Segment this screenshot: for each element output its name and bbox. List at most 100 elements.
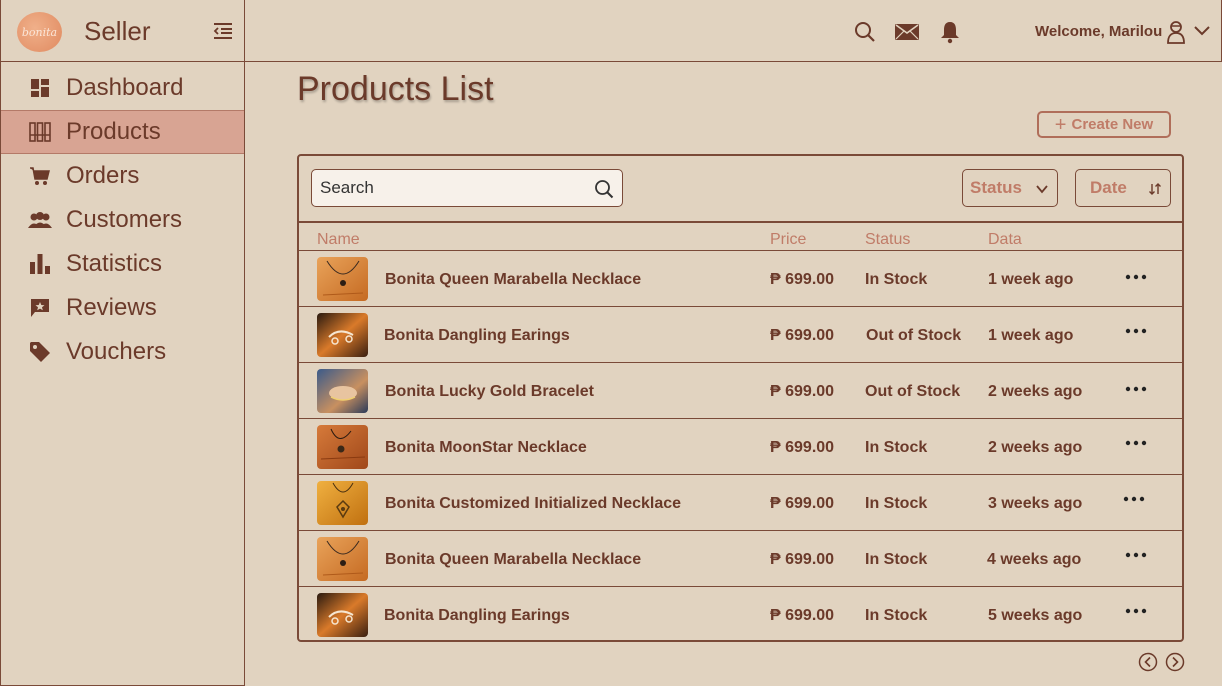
product-price: ₱ 699.00 xyxy=(770,495,835,512)
sidebar-item-label: Orders xyxy=(66,162,140,189)
column-header-status[interactable]: Status xyxy=(865,231,910,249)
product-date: 1 week ago xyxy=(988,327,1074,344)
search-input[interactable] xyxy=(312,178,582,198)
product-name[interactable]: Bonita Customized Initialized Necklace xyxy=(385,495,681,513)
product-name[interactable]: Bonita MoonStar Necklace xyxy=(385,439,587,457)
sidebar-item-label: Reviews xyxy=(66,294,157,321)
product-date: 5 weeks ago xyxy=(988,607,1083,624)
review-icon xyxy=(28,296,52,320)
table-row[interactable]: Bonita Queen Marabella Necklace ₱ 699.00… xyxy=(299,531,1182,587)
product-thumbnail xyxy=(317,257,368,301)
column-header-price[interactable]: Price xyxy=(770,231,806,249)
filter-bar: Status Date xyxy=(299,156,1182,223)
date-sort-button[interactable]: Date xyxy=(1075,169,1171,207)
next-page-icon[interactable] xyxy=(1165,652,1185,672)
create-new-button[interactable]: + Create New xyxy=(1037,111,1171,138)
sidebar-item-statistics[interactable]: Statistics xyxy=(1,242,244,286)
table-row[interactable]: Bonita Queen Marabella Necklace ₱ 699.00… xyxy=(299,251,1182,307)
sidebar-item-orders[interactable]: Orders xyxy=(1,154,244,198)
product-status: In Stock xyxy=(865,271,928,288)
product-status: Out of Stock xyxy=(865,383,961,400)
product-price: ₱ 699.00 xyxy=(770,383,835,400)
sidebar-item-label: Products xyxy=(66,118,161,145)
table-row[interactable]: Bonita Dangling Earings ₱ 699.00 In Stoc… xyxy=(299,587,1182,643)
product-date: 2 weeks ago xyxy=(988,383,1083,400)
product-thumbnail xyxy=(317,481,368,525)
column-header-name[interactable]: Name xyxy=(317,231,360,249)
status-filter-dropdown[interactable]: Status xyxy=(962,169,1058,207)
product-name[interactable]: Bonita Queen Marabella Necklace xyxy=(385,551,641,569)
user-avatar-icon[interactable] xyxy=(1166,20,1186,44)
sidebar-nav: Dashboard Products Orders Customers Stat… xyxy=(1,66,244,374)
date-filter-label: Date xyxy=(1090,178,1127,197)
product-status: Out of Stock xyxy=(866,327,962,344)
sidebar: bonita Seller Dashboard Products Orders … xyxy=(0,0,245,686)
product-name[interactable]: Bonita Queen Marabella Necklace xyxy=(385,271,641,289)
notification-bell-icon[interactable] xyxy=(938,20,962,44)
product-price: ₱ 699.00 xyxy=(770,439,835,456)
sidebar-item-dashboard[interactable]: Dashboard xyxy=(1,66,244,110)
products-table-panel: Status Date Name Price Status Data Bonit… xyxy=(297,154,1184,642)
products-icon xyxy=(28,120,52,144)
product-thumbnail xyxy=(317,537,368,581)
chevron-down-icon xyxy=(1036,185,1048,194)
sidebar-item-products[interactable]: Products xyxy=(1,110,244,154)
more-options-icon[interactable] xyxy=(1124,549,1148,561)
collapse-menu-icon[interactable] xyxy=(213,22,233,40)
search-box xyxy=(311,169,623,207)
more-options-icon[interactable] xyxy=(1124,271,1148,283)
product-date: 4 weeks ago xyxy=(987,551,1082,568)
table-header: Name Price Status Data xyxy=(299,223,1182,251)
brand-title: Seller xyxy=(84,16,151,46)
product-thumbnail xyxy=(317,593,368,637)
product-thumbnail xyxy=(317,369,368,413)
table-row[interactable]: Bonita Lucky Gold Bracelet ₱ 699.00 Out … xyxy=(299,363,1182,419)
bar-chart-icon xyxy=(28,252,52,276)
customers-icon xyxy=(28,208,52,232)
table-row[interactable]: Bonita MoonStar Necklace ₱ 699.00 In Sto… xyxy=(299,419,1182,475)
chevron-down-icon[interactable] xyxy=(1193,24,1211,38)
status-filter-label: Status xyxy=(970,178,1022,197)
brand-header: bonita Seller xyxy=(1,0,244,62)
cart-icon xyxy=(28,164,52,188)
product-price: ₱ 699.00 xyxy=(770,551,835,568)
plus-icon: + xyxy=(1054,113,1067,136)
more-options-icon[interactable] xyxy=(1124,325,1148,337)
product-status: In Stock xyxy=(865,551,928,568)
table-row[interactable]: Bonita Dangling Earings ₱ 699.00 Out of … xyxy=(299,307,1182,363)
product-status: In Stock xyxy=(865,607,928,624)
column-header-date[interactable]: Data xyxy=(988,231,1022,249)
logo-text: bonita xyxy=(21,25,58,39)
brand-logo[interactable]: bonita xyxy=(17,12,62,52)
top-bar: Welcome, Marilou xyxy=(245,0,1222,62)
more-options-icon[interactable] xyxy=(1124,437,1148,449)
product-name[interactable]: Bonita Dangling Earings xyxy=(384,327,570,345)
product-price: ₱ 699.00 xyxy=(770,327,835,344)
product-thumbnail xyxy=(317,425,368,469)
more-options-icon[interactable] xyxy=(1124,383,1148,395)
product-date: 3 weeks ago xyxy=(988,495,1083,512)
product-status: In Stock xyxy=(865,495,928,512)
search-icon[interactable] xyxy=(594,179,614,199)
product-date: 2 weeks ago xyxy=(988,439,1083,456)
dashboard-icon xyxy=(28,76,52,100)
previous-page-icon[interactable] xyxy=(1138,652,1158,672)
sidebar-item-label: Dashboard xyxy=(66,74,184,101)
sidebar-item-label: Statistics xyxy=(66,250,163,277)
sidebar-item-reviews[interactable]: Reviews xyxy=(1,286,244,330)
sidebar-item-vouchers[interactable]: Vouchers xyxy=(1,330,244,374)
create-new-label: Create New xyxy=(1071,116,1154,133)
product-date: 1 week ago xyxy=(988,271,1074,288)
product-status: In Stock xyxy=(865,439,928,456)
product-name[interactable]: Bonita Lucky Gold Bracelet xyxy=(385,383,594,401)
tag-icon xyxy=(28,340,52,364)
more-options-icon[interactable] xyxy=(1122,493,1146,505)
search-icon[interactable] xyxy=(853,20,877,44)
table-body: Bonita Queen Marabella Necklace ₱ 699.00… xyxy=(299,251,1182,643)
mail-icon[interactable] xyxy=(894,20,920,44)
sidebar-item-customers[interactable]: Customers xyxy=(1,198,244,242)
table-row[interactable]: Bonita Customized Initialized Necklace ₱… xyxy=(299,475,1182,531)
more-options-icon[interactable] xyxy=(1124,605,1148,617)
sidebar-item-label: Vouchers xyxy=(66,338,167,365)
product-name[interactable]: Bonita Dangling Earings xyxy=(384,607,570,625)
